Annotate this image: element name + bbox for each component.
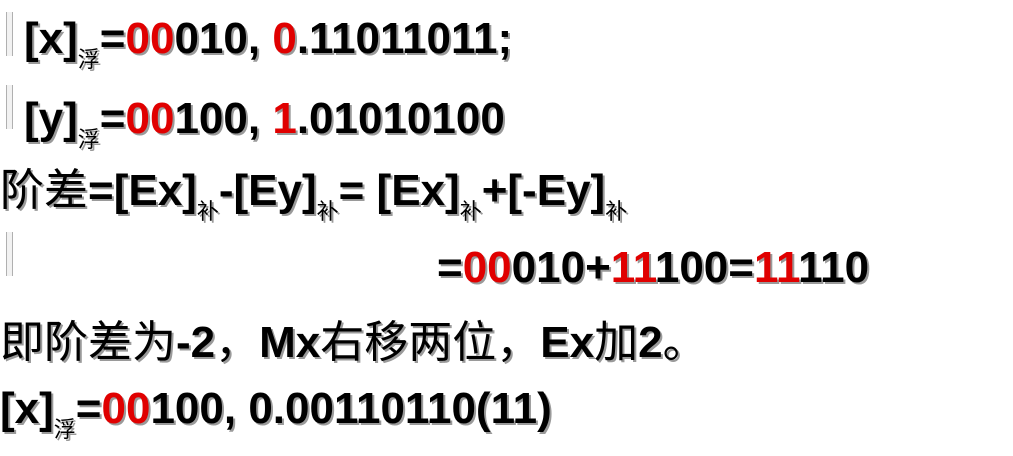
formula-text: =[Ex] — [88, 166, 197, 215]
subscript-label: 浮 — [53, 418, 76, 443]
formula-text: [x] — [24, 14, 78, 63]
formula-text: 010+ — [511, 243, 611, 292]
subscript-label: 补 — [605, 200, 628, 225]
formula-text: 100, 0.00110110(11) — [150, 384, 552, 433]
margin-bar-2 — [6, 85, 13, 129]
formula-text: -[Ey] — [218, 166, 317, 215]
highlighted-bits: 00 — [462, 243, 512, 292]
subscript-label: 补 — [316, 200, 339, 225]
formula-text: = — [75, 384, 102, 433]
subscript-label: 补 — [196, 200, 219, 225]
margin-bar-3 — [6, 232, 13, 276]
formula-text: +[-Ey] — [481, 166, 606, 215]
formula-text: 阶差 — [0, 165, 88, 216]
formula-text: 右移两位 — [320, 317, 497, 368]
formula-text: 010, — [174, 14, 273, 63]
formula-text: 2 — [638, 318, 663, 367]
subscript-label: 浮 — [77, 128, 100, 153]
formula-text: = — [437, 243, 463, 292]
line-x-float-aligned: [x]浮=00100, 0.00110110(11) — [0, 384, 552, 456]
line-y-float: [y]浮=00100, 1.01010100 — [24, 94, 505, 166]
subscript-label: 补 — [459, 200, 482, 225]
line-align-note: 即阶差为-2，Mx右移两位，Ex加2。 — [0, 318, 707, 368]
formula-text: Ex — [540, 318, 595, 367]
formula-text: [y] — [24, 94, 78, 143]
formula-text: 100, — [174, 94, 273, 143]
formula-text: ， — [215, 317, 260, 368]
formula-text: [x] — [0, 384, 54, 433]
highlighted-bits: 0 — [272, 14, 297, 63]
formula-text: = [Ex] — [338, 166, 460, 215]
formula-text: ， — [496, 317, 541, 368]
highlighted-bits: 1 — [272, 94, 297, 143]
line-exponent-calc: =00010+11100=11110 — [437, 243, 869, 293]
formula-text: 。 — [662, 317, 707, 368]
formula-text: = — [99, 94, 126, 143]
highlighted-bits: 11 — [753, 243, 799, 292]
formula-text: .11011011; — [296, 14, 513, 63]
formula-text: 即阶差为 — [0, 317, 176, 368]
line-x-float: [x]浮=00010, 0.11011011; — [24, 14, 512, 86]
formula-text: 加 — [594, 317, 639, 368]
formula-text: -2 — [176, 318, 216, 367]
highlighted-bits: 00 — [125, 94, 175, 143]
line-exponent-diff: 阶差=[Ex]补-[Ey]补= [Ex]补+[-Ey]补 — [0, 166, 627, 238]
highlighted-bits: 11 — [610, 243, 655, 292]
formula-text: .01010100 — [296, 94, 505, 143]
highlighted-bits: 00 — [125, 14, 175, 63]
formula-text: = — [99, 14, 126, 63]
margin-bar-1 — [6, 12, 13, 56]
formula-text: 100= — [654, 243, 754, 292]
formula-text: 110 — [798, 243, 870, 292]
subscript-label: 浮 — [77, 48, 100, 73]
highlighted-bits: 00 — [101, 384, 151, 433]
formula-text: Mx — [259, 318, 321, 367]
